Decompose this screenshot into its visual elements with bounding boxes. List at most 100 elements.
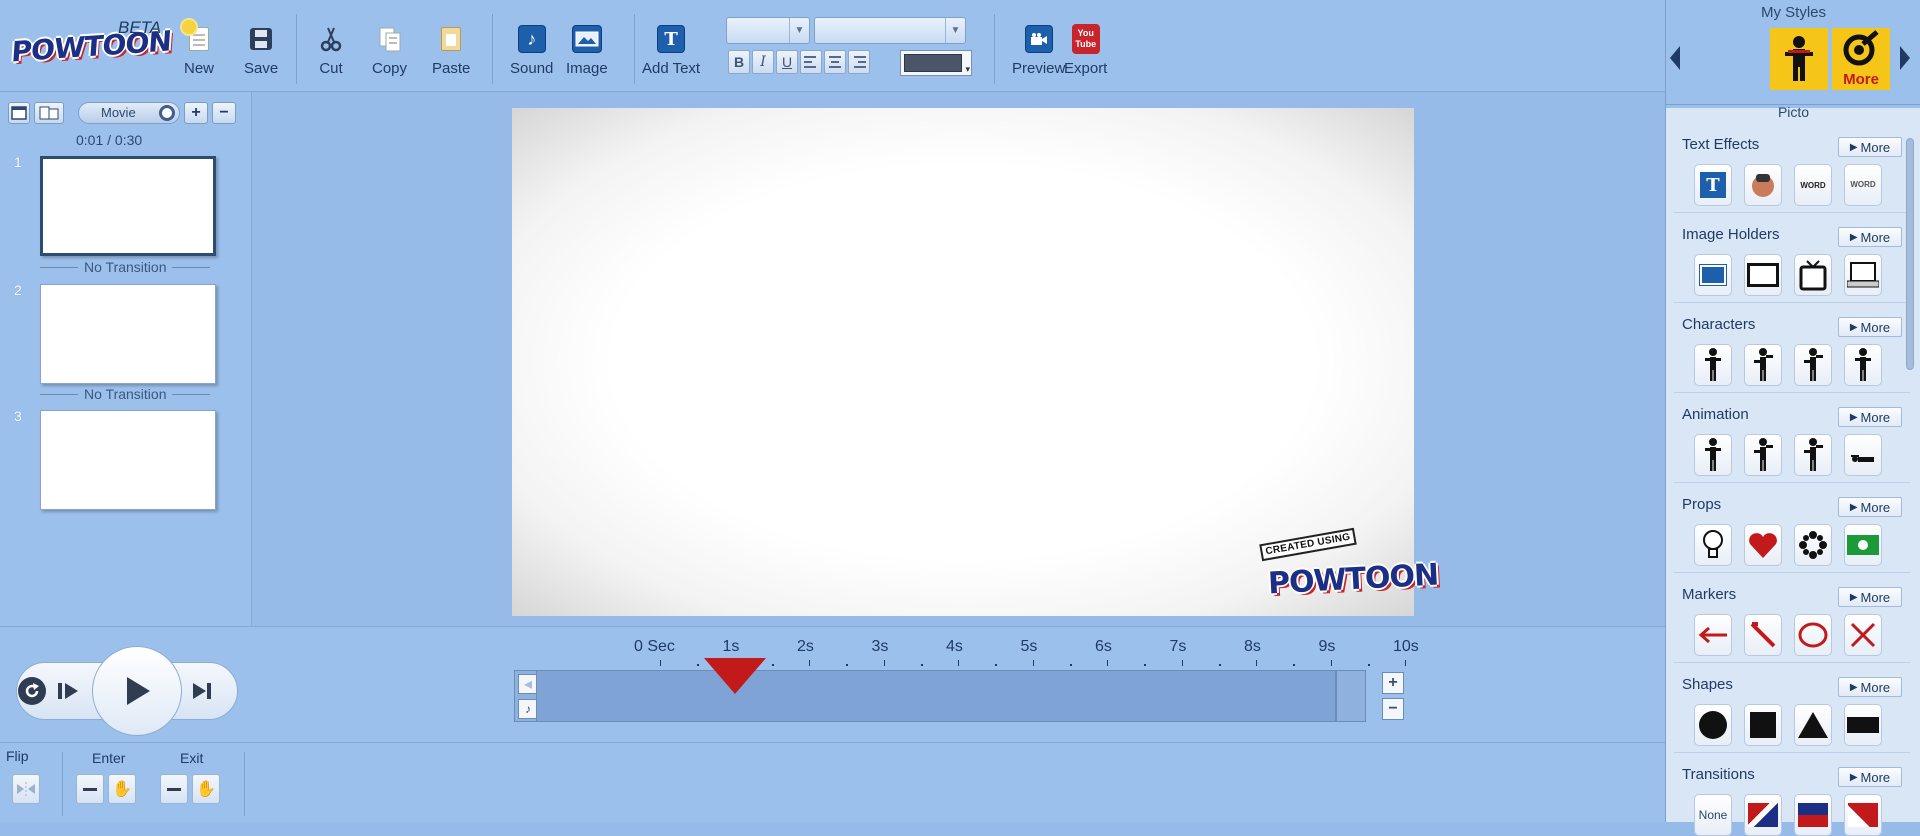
heart-icon[interactable] <box>1744 524 1782 566</box>
styles-prev-arrow[interactable] <box>1670 46 1680 70</box>
underline-button[interactable]: U <box>776 50 798 74</box>
add-slide-button[interactable]: + <box>184 102 208 124</box>
cut-button[interactable]: Cut <box>316 24 346 77</box>
text-effect-hand-icon[interactable] <box>1744 164 1782 206</box>
image-holder-frame-icon[interactable] <box>1744 254 1782 296</box>
remove-slide-button[interactable]: − <box>212 102 236 124</box>
align-right-button[interactable] <box>848 50 870 74</box>
new-button[interactable]: New <box>182 20 214 77</box>
style-picto-tile[interactable] <box>1770 28 1828 90</box>
flower-icon[interactable] <box>1794 524 1832 566</box>
playhead-marker[interactable] <box>703 658 766 694</box>
category-more-button[interactable]: ▶ More <box>1838 677 1902 697</box>
dollar-bill-icon[interactable] <box>1844 524 1882 566</box>
text-tool-icon: T <box>657 25 686 53</box>
text-effect-word-3d-icon[interactable]: WORD <box>1844 164 1882 206</box>
paste-button[interactable]: Paste <box>432 24 470 77</box>
copy-button[interactable]: Copy <box>372 24 407 77</box>
cross-marker-icon[interactable] <box>1844 614 1882 656</box>
transition-tear-icon[interactable] <box>1844 794 1882 836</box>
line-marker-icon[interactable] <box>1744 614 1782 656</box>
replay-button[interactable] <box>18 677 46 705</box>
category-more-button[interactable]: ▶ More <box>1838 137 1902 157</box>
text-effect-t-icon[interactable]: T <box>1694 164 1732 206</box>
enter-none-button[interactable] <box>76 774 104 804</box>
animation-kicking-icon[interactable] <box>1794 434 1832 476</box>
export-button[interactable]: You Tube Export <box>1064 24 1107 77</box>
timeline-track[interactable] <box>536 670 1336 722</box>
italic-button[interactable]: I <box>752 50 774 74</box>
category-title: Markers <box>1682 586 1737 603</box>
slide-transition[interactable]: No Transition <box>40 259 211 275</box>
image-holder-tv-icon[interactable] <box>1794 254 1832 296</box>
chevron-down-icon: ▼ <box>789 18 809 43</box>
character-standing-icon[interactable] <box>1694 344 1732 386</box>
bold-button[interactable]: B <box>728 50 750 74</box>
text-effect-word-icon[interactable]: WORD <box>1794 164 1832 206</box>
picto-character-icon <box>1785 36 1813 81</box>
exit-none-button[interactable] <box>160 774 188 804</box>
slide-thumbnail-2[interactable] <box>40 284 216 384</box>
text-color-picker[interactable]: ▾ <box>900 50 972 76</box>
slide-thumbnail-3[interactable] <box>40 410 216 510</box>
image-holder-photo-icon[interactable] <box>1694 254 1732 296</box>
save-button[interactable]: Save <box>244 24 278 77</box>
video-camera-icon <box>1024 25 1053 53</box>
multi-view-button[interactable] <box>34 102 64 124</box>
transition-none-icon[interactable]: None <box>1694 794 1732 836</box>
transition-split-icon[interactable] <box>1794 794 1832 836</box>
category-more-button[interactable]: ▶ More <box>1838 497 1902 517</box>
character-waving-icon[interactable] <box>1744 344 1782 386</box>
image-button[interactable]: Image <box>566 24 608 77</box>
circle-shape-icon[interactable] <box>1694 704 1732 746</box>
align-center-button[interactable] <box>824 50 846 74</box>
ruler-tick <box>1330 660 1332 666</box>
library-scrollbar[interactable] <box>1906 138 1914 370</box>
category-more-button[interactable]: ▶ More <box>1838 407 1902 427</box>
category-more-button[interactable]: ▶ More <box>1838 767 1902 787</box>
movie-mode-toggle[interactable]: Movie <box>78 102 180 124</box>
exit-hand-button[interactable]: ✋ <box>192 774 220 804</box>
ruler-tick <box>809 660 810 666</box>
animation-dancing-icon[interactable] <box>1744 434 1782 476</box>
slide-thumbnail-1[interactable] <box>40 156 216 256</box>
slide-transition[interactable]: No Transition <box>40 386 211 402</box>
align-left-button[interactable] <box>800 50 822 74</box>
styles-next-arrow[interactable] <box>1900 46 1910 70</box>
flip-button[interactable] <box>12 774 40 804</box>
arrow-marker-icon[interactable] <box>1694 614 1732 656</box>
stage-canvas[interactable]: CREATED USING POWTOON <box>512 108 1439 616</box>
zoom-in-button[interactable]: + <box>1382 672 1404 694</box>
rectangle-shape-icon[interactable] <box>1844 704 1882 746</box>
add-text-button[interactable]: T Add Text <box>642 24 700 77</box>
clipboard-icon <box>441 27 462 51</box>
step-forward-button[interactable] <box>56 680 80 707</box>
library-categories: Text Effects ▶ More T WORD WORD Image Holders ▶… <box>1666 126 1914 836</box>
skip-end-icon <box>193 683 211 699</box>
style-more-tile[interactable]: More <box>1832 28 1890 90</box>
sound-button[interactable]: ♪ Sound <box>510 24 553 77</box>
image-holder-laptop-icon[interactable] <box>1844 254 1882 296</box>
font-family-select[interactable]: ▼ <box>814 17 966 44</box>
skip-to-end-button[interactable] <box>190 680 214 707</box>
music-note-icon[interactable]: ♪ <box>518 699 538 719</box>
play-button[interactable] <box>92 646 182 736</box>
animation-standing-icon[interactable] <box>1694 434 1732 476</box>
character-thinking-icon[interactable] <box>1844 344 1882 386</box>
category-more-button[interactable]: ▶ More <box>1838 587 1902 607</box>
lightbulb-icon[interactable] <box>1694 524 1732 566</box>
single-view-button[interactable] <box>8 102 30 124</box>
font-size-select[interactable]: ▼ <box>726 17 810 44</box>
zoom-out-button[interactable]: − <box>1382 698 1404 720</box>
category-more-button[interactable]: ▶ More <box>1838 227 1902 247</box>
transition-wipe-icon[interactable] <box>1744 794 1782 836</box>
triangle-shape-icon[interactable] <box>1794 704 1832 746</box>
category-more-button[interactable]: ▶ More <box>1838 317 1902 337</box>
character-pointing-icon[interactable] <box>1794 344 1832 386</box>
preview-button[interactable]: Preview <box>1012 24 1065 77</box>
circle-marker-icon[interactable] <box>1794 614 1832 656</box>
animation-lying-icon[interactable] <box>1844 434 1882 476</box>
square-shape-icon[interactable] <box>1744 704 1782 746</box>
scroll-left-button[interactable]: ◂ <box>518 674 538 694</box>
enter-hand-button[interactable]: ✋ <box>108 774 136 804</box>
